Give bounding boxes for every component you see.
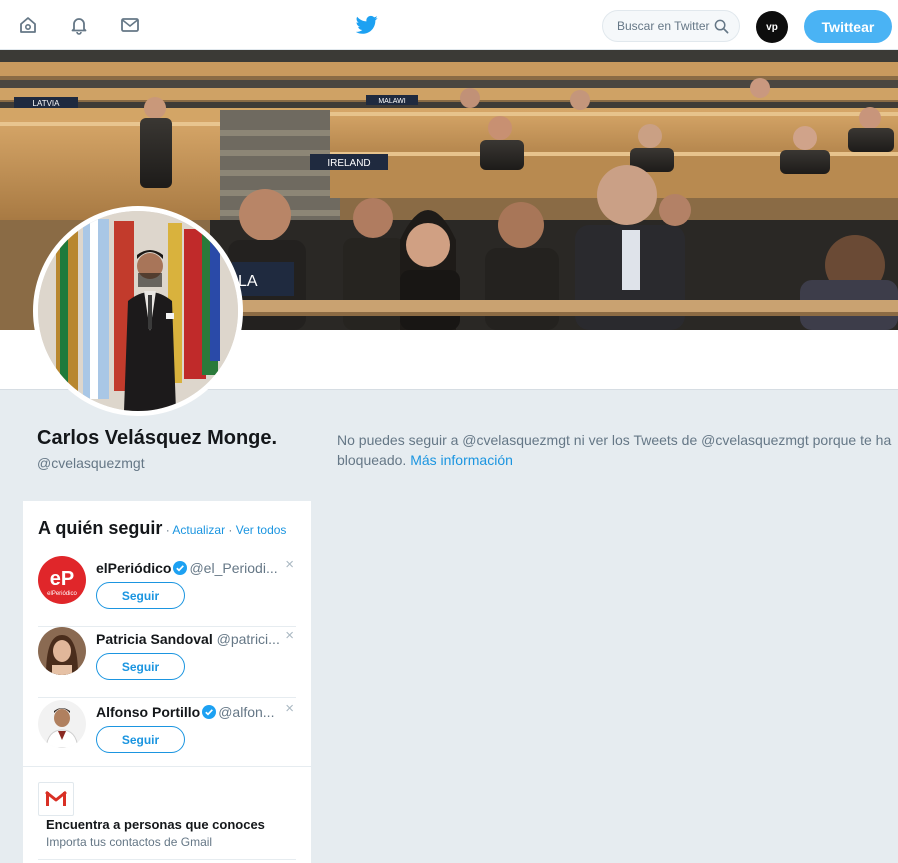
profile-avatar[interactable] (33, 206, 243, 416)
suggestion-name-line[interactable]: Alfonso Portillo @alfon... (96, 704, 282, 720)
more-info-link[interactable]: Más información (410, 452, 513, 468)
divider (38, 859, 296, 860)
verified-badge-icon (173, 561, 188, 575)
suggestion-item: Patricia Sandoval @patrici... Seguir × (38, 627, 296, 698)
placard-malawi: MALAWI (378, 98, 405, 105)
placard-latvia: LATVIA (33, 99, 61, 108)
bell-icon[interactable] (69, 15, 89, 35)
follow-button[interactable]: Seguir (96, 582, 185, 609)
svg-text:elPeriódico: elPeriódico (47, 591, 77, 597)
suggestion-name-line[interactable]: Patricia Sandoval @patrici... (96, 631, 282, 647)
suggestion-item: Alfonso Portillo @alfon... Seguir × (38, 700, 296, 770)
find-contacts-link[interactable]: Encuentra a personas que conoces (46, 817, 265, 832)
divider (23, 766, 311, 767)
who-to-follow-title: A quién seguir (38, 518, 163, 538)
follow-button[interactable]: Seguir (96, 726, 185, 753)
profile-fullname: Carlos Velásquez Monge. (37, 427, 278, 449)
placard-ireland: IRELAND (327, 158, 370, 169)
search-input[interactable] (615, 18, 719, 34)
verified-badge-icon (202, 705, 217, 719)
gmail-icon[interactable] (38, 782, 74, 816)
user-avatar[interactable]: vp (756, 11, 788, 43)
view-all-link[interactable]: Ver todos (236, 523, 287, 537)
twitter-bird-icon[interactable] (355, 15, 378, 35)
home-icon[interactable] (18, 15, 38, 35)
blocked-notice: No puedes seguir a @cvelasquezmgt ni ver… (337, 430, 893, 470)
placard-front: LA (238, 273, 258, 290)
svg-text:eP: eP (50, 568, 74, 590)
who-to-follow-header: A quién seguir · Actualizar · Ver todos (38, 518, 287, 538)
profile-handle: @cvelasquezmgt (37, 455, 145, 471)
suggestion-item: eP elPeriódico elPeriódico @el_Periodi...… (38, 556, 296, 627)
who-to-follow-module: A quién seguir · Actualizar · Ver todos … (23, 501, 311, 863)
dismiss-icon[interactable]: × (285, 557, 294, 572)
dismiss-icon[interactable]: × (285, 701, 294, 716)
top-navigation-bar: vp Twittear (0, 0, 898, 50)
search-icon[interactable] (714, 19, 729, 34)
search-box (602, 10, 740, 42)
refresh-link[interactable]: Actualizar (172, 523, 225, 537)
find-contacts-subtitle: Importa tus contactos de Gmail (46, 835, 213, 849)
suggestion-avatar-patricia[interactable] (38, 627, 86, 675)
suggestion-name-line[interactable]: elPeriódico @el_Periodi... (96, 560, 282, 576)
envelope-icon[interactable] (120, 15, 140, 35)
suggestion-avatar-alfonso[interactable] (38, 700, 86, 748)
suggestion-avatar-elperiodico[interactable]: eP elPeriódico (38, 556, 86, 604)
follow-button[interactable]: Seguir (96, 653, 185, 680)
dismiss-icon[interactable]: × (285, 628, 294, 643)
tweet-button[interactable]: Twittear (804, 10, 892, 43)
